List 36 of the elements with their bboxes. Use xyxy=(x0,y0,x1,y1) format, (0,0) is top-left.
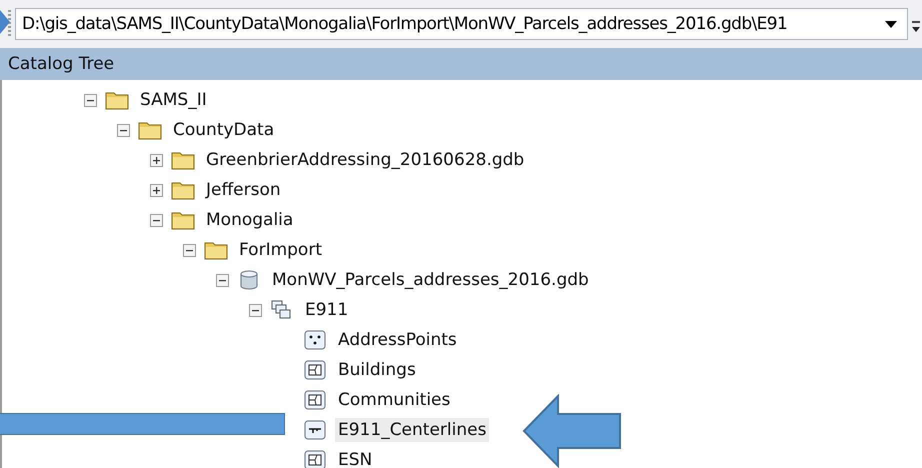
expander-icon[interactable] xyxy=(150,214,163,226)
tree-item[interactable]: ESN xyxy=(335,448,376,468)
panel-title: Catalog Tree xyxy=(8,54,114,74)
tree-item[interactable]: Monogalia xyxy=(203,208,296,232)
tree-item[interactable]: AddressPoints xyxy=(335,328,460,352)
expander-icon[interactable] xyxy=(150,184,163,196)
tree-item[interactable]: MonWV_Parcels_addresses_2016.gdb xyxy=(269,268,592,292)
folder-icon xyxy=(105,90,129,110)
folder-icon xyxy=(171,150,195,170)
polygon-layer-icon xyxy=(303,390,327,410)
expander-icon[interactable] xyxy=(249,304,262,316)
folder-icon xyxy=(171,210,195,230)
grip-icon xyxy=(8,10,11,38)
arrow-tip-drawing xyxy=(0,10,10,34)
tree-item[interactable]: GreenbrierAddressing_20160628.gdb xyxy=(203,148,528,172)
folder-icon xyxy=(138,120,162,140)
tree-item[interactable]: E911_Centerlines xyxy=(335,418,490,442)
folder-icon xyxy=(204,240,228,260)
polygon-layer-icon xyxy=(303,360,327,380)
address-field[interactable]: D:\gis_data\SAMS_II\CountyData\Monogalia\ForImport\MonWV_Parcels_addresses_2016.gdb\E91 xyxy=(15,8,908,40)
line-layer-icon xyxy=(303,420,327,440)
point-layer-icon xyxy=(303,330,327,350)
tree-item[interactable]: Communities xyxy=(335,388,454,412)
caret-icon xyxy=(885,20,897,28)
tree-item[interactable]: ForImport xyxy=(236,238,325,262)
folder-icon xyxy=(171,180,195,200)
tree-item[interactable]: CountyData xyxy=(170,118,278,142)
tree-item[interactable]: E911 xyxy=(302,298,352,322)
expander-icon[interactable] xyxy=(117,124,130,136)
tree-item[interactable]: Buildings xyxy=(335,358,419,382)
expander-icon[interactable] xyxy=(183,244,196,256)
expander-icon[interactable] xyxy=(216,274,229,286)
expander-icon[interactable] xyxy=(84,94,97,106)
tree-item[interactable]: SAMS_II xyxy=(137,88,210,112)
expander-icon[interactable] xyxy=(150,154,163,166)
tree-item[interactable]: Jefferson xyxy=(203,178,284,202)
